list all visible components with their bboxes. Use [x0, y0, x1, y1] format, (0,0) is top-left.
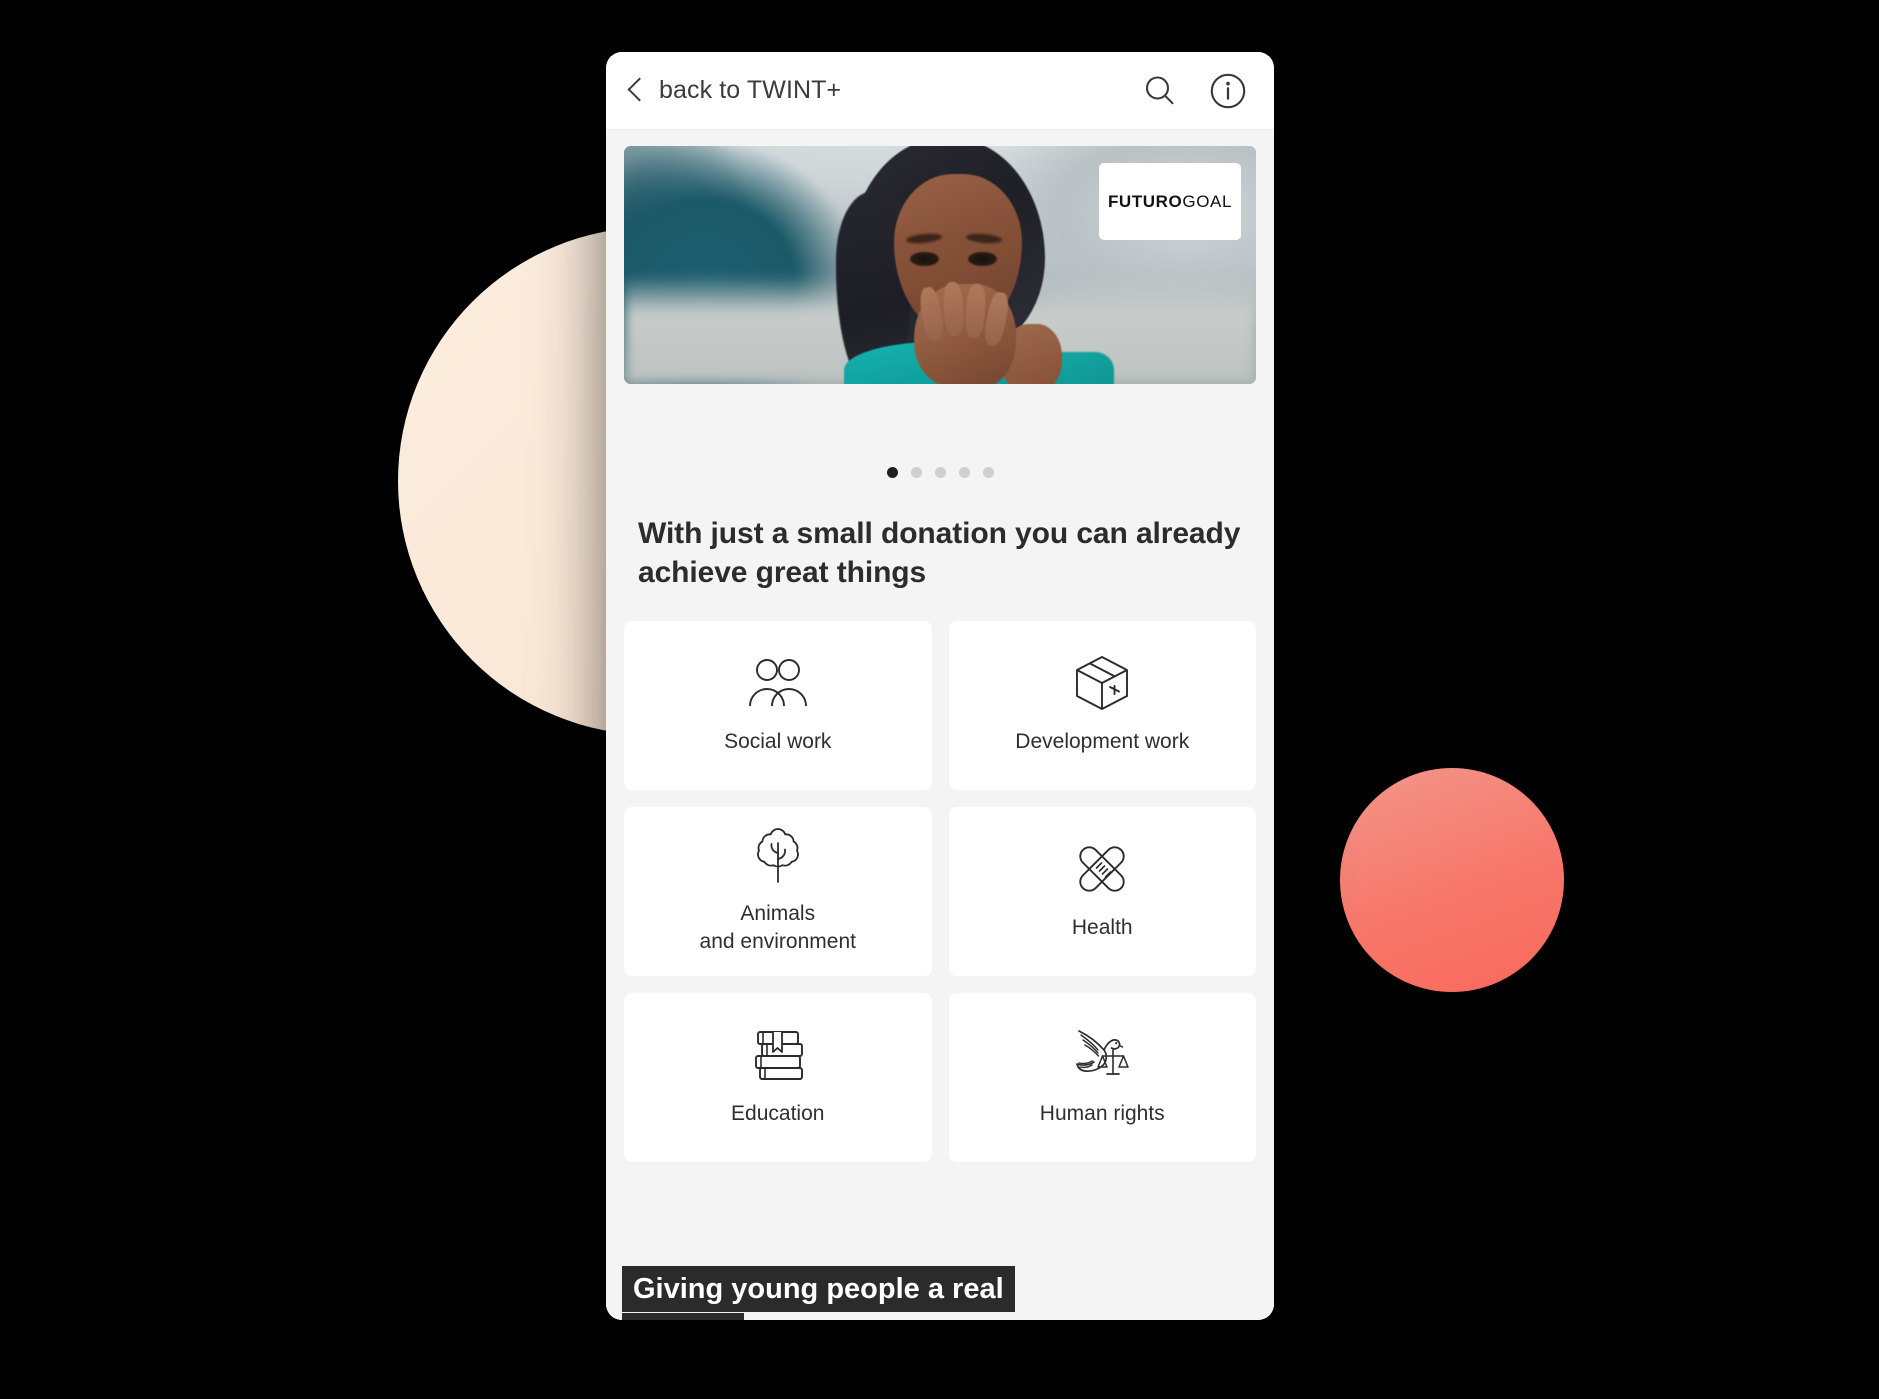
two-people-icon	[747, 654, 809, 712]
category-label: Health	[1071, 915, 1133, 939]
info-circle-icon	[1210, 73, 1246, 108]
category-card-human-rights[interactable]: Human rights	[948, 992, 1256, 1162]
package-box-plus-icon	[1073, 654, 1131, 712]
partner-logo-bold: FUTURO	[1107, 191, 1183, 211]
carousel-dot-5[interactable]	[982, 466, 994, 478]
carousel-dot-3[interactable]	[934, 466, 946, 478]
partner-logo-text: FUTUROGOAL	[1108, 192, 1232, 212]
app-body: FUTUROGOAL Giving young people a real ch…	[606, 130, 1274, 1320]
category-label: Social work	[724, 729, 832, 753]
hero-banner[interactable]: FUTUROGOAL	[624, 146, 1256, 384]
category-label: Human rights	[1039, 1101, 1165, 1125]
category-label: Development work	[1015, 729, 1190, 753]
carousel-dots	[624, 462, 1256, 482]
carousel-dot-2[interactable]	[910, 466, 922, 478]
back-button-label: back to TWINT+	[659, 76, 842, 104]
phone-screen: back to TWINT+ FUTUROGOAL Giving young p…	[606, 52, 1274, 1320]
header-actions	[1140, 71, 1248, 111]
category-label: Education	[731, 1101, 825, 1125]
decorative-coral-circle	[1340, 768, 1564, 992]
book-stack-icon	[749, 1026, 807, 1084]
category-card-development-work[interactable]: Development work	[948, 620, 1256, 790]
crossed-bandages-icon	[1072, 840, 1132, 898]
carousel-dot-1[interactable]	[886, 466, 898, 478]
hero-title-text: Giving young people a real chance	[622, 1266, 1015, 1320]
partner-logo-light: GOAL	[1182, 191, 1233, 211]
app-header: back to TWINT+	[606, 52, 1274, 130]
hero-image-subject	[802, 146, 1114, 384]
back-button[interactable]: back to TWINT+	[628, 76, 841, 106]
category-card-social-work[interactable]: Social work	[624, 620, 932, 790]
partner-logo: FUTUROGOAL	[1099, 163, 1241, 240]
category-card-education[interactable]: Education	[624, 992, 932, 1162]
subject-eye-right	[968, 252, 997, 266]
chevron-left-icon	[628, 76, 645, 106]
category-card-health[interactable]: Health	[948, 806, 1256, 976]
hero-title: Giving young people a real chance	[622, 1266, 1052, 1320]
search-button[interactable]	[1140, 71, 1180, 111]
carousel-dot-4[interactable]	[958, 466, 970, 478]
category-label: Animals and environment	[699, 901, 856, 954]
dove-scales-icon	[1071, 1026, 1133, 1084]
info-button[interactable]	[1208, 71, 1248, 111]
subject-eye-left	[910, 252, 939, 266]
page-root: back to TWINT+ FUTUROGOAL Giving young p…	[0, 0, 1879, 1399]
category-grid: Social work Development work Animals and…	[624, 620, 1256, 1162]
section-heading: With just a small donation you can alrea…	[638, 517, 1241, 590]
tree-icon	[749, 826, 807, 884]
search-icon	[1145, 75, 1174, 104]
category-card-animals-environment[interactable]: Animals and environment	[624, 806, 932, 976]
